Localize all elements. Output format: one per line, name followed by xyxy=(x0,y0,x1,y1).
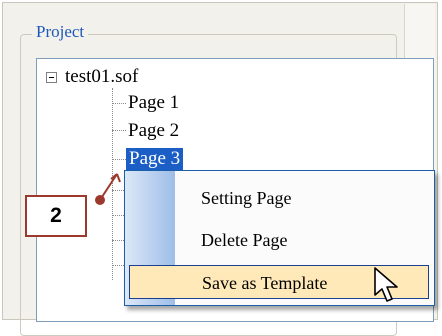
tree-item-page-3-selected[interactable]: Page 3 xyxy=(126,148,184,170)
callout-arrow-icon xyxy=(95,173,121,205)
tree-connector-line xyxy=(112,159,126,160)
project-group-title: Project xyxy=(32,22,89,42)
menu-item-label: Delete Page xyxy=(201,230,288,250)
tree-item-page-1[interactable]: Page 1 xyxy=(128,92,179,114)
tree-root-label: test01.sof xyxy=(65,66,139,87)
step-callout-number: 2 xyxy=(50,204,62,227)
step-callout-box: 2 xyxy=(25,195,87,237)
tree-root-node[interactable]: test01.sof xyxy=(46,64,138,90)
menu-item-setting-page[interactable]: Setting Page xyxy=(129,181,429,215)
tree-connector-line xyxy=(112,130,126,131)
tree-item-page-2[interactable]: Page 2 xyxy=(128,120,179,142)
collapse-icon[interactable] xyxy=(46,71,57,83)
mouse-pointer-icon xyxy=(374,267,398,302)
menu-item-delete-page[interactable]: Delete Page xyxy=(129,223,429,257)
menu-item-label: Save as Template xyxy=(202,273,328,293)
tree-connector-line xyxy=(112,103,126,104)
menu-item-label: Setting Page xyxy=(201,188,292,208)
